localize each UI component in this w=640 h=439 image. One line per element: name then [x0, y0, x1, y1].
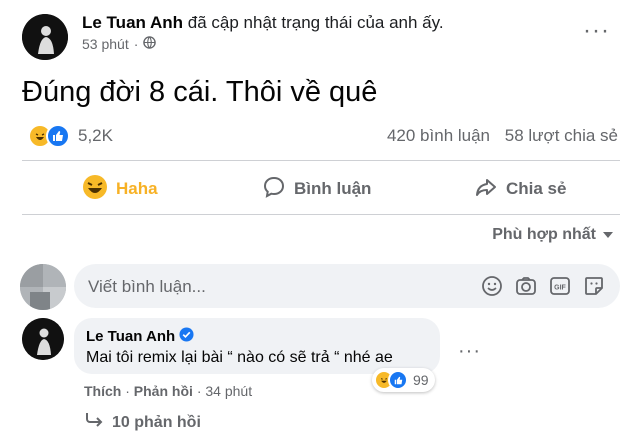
commenter-avatar[interactable] — [22, 318, 64, 360]
like-reaction-icon — [388, 370, 408, 390]
post-stats: 420 bình luận 58 lượt chia sẻ — [387, 126, 618, 146]
sticker-icon[interactable] — [582, 274, 606, 298]
comment-actions: Thích · Phản hồi · 34 phút — [84, 383, 252, 399]
comment-input[interactable] — [86, 264, 460, 310]
comment-reply-button[interactable]: Phản hồi — [134, 383, 193, 399]
like-reaction-icon — [46, 124, 70, 148]
caret-down-icon — [602, 226, 614, 244]
gif-icon[interactable]: GIF — [548, 274, 572, 298]
haha-button[interactable]: Haha — [82, 174, 158, 204]
dot-separator: · — [125, 383, 130, 399]
comment-button[interactable]: Bình luận — [262, 174, 371, 204]
share-label: Chia sẻ — [506, 179, 567, 198]
comment-author-name[interactable]: Le Tuan Anh — [86, 328, 175, 345]
post-reactions[interactable]: 5,2K — [28, 124, 113, 148]
comment-bubble: Le Tuan Anh Mai tôi remix lại bài “ nào … — [74, 318, 440, 374]
post-text: Đúng đời 8 cái. Thôi về quê — [22, 76, 378, 108]
comment-like-button[interactable]: Thích — [84, 383, 121, 399]
svg-text:GIF: GIF — [554, 285, 566, 292]
share-button[interactable]: Chia sẻ — [474, 174, 566, 204]
current-user-avatar[interactable] — [20, 264, 66, 310]
comment-text: Mai tôi remix lại bài “ nào có sẽ trả “ … — [86, 349, 393, 366]
replies-label: 10 phản hồi — [112, 413, 201, 431]
camera-icon[interactable] — [514, 274, 538, 298]
view-replies-link[interactable]: 10 phản hồi — [84, 412, 201, 433]
post-more-options-icon[interactable]: ··· — [583, 19, 610, 43]
haha-label: Haha — [116, 179, 158, 198]
share-icon — [474, 175, 498, 204]
emoji-icon[interactable] — [480, 274, 504, 298]
comment-reactions[interactable]: 99 — [372, 368, 435, 392]
haha-icon — [82, 174, 108, 205]
comment-more-options-icon[interactable]: ··· — [458, 341, 481, 361]
composer-toolbar: GIF — [480, 274, 606, 298]
comment-reaction-count: 99 — [413, 372, 429, 388]
comment-author-line: Le Tuan Anh — [86, 327, 194, 346]
comment-label: Bình luận — [294, 179, 372, 198]
meta-separator: · — [133, 36, 139, 52]
sort-label: Phù hợp nhất — [492, 226, 596, 243]
comment-count[interactable]: 420 bình luận — [387, 126, 490, 145]
post-action-text: đã cập nhật trạng thái của anh ấy. — [187, 13, 444, 32]
verified-badge-icon — [179, 327, 194, 346]
post-author-name[interactable]: Le Tuan Anh — [82, 13, 183, 32]
post-time[interactable]: 53 phút — [82, 36, 129, 52]
share-count[interactable]: 58 lượt chia sẻ — [505, 126, 618, 145]
post-header-line: Le Tuan Anh đã cập nhật trạng thái của a… — [82, 12, 444, 34]
divider — [22, 214, 620, 215]
dot-separator: · — [196, 383, 202, 399]
comment-icon — [262, 175, 286, 204]
comment-composer: GIF — [74, 264, 620, 310]
reply-arrow-icon — [84, 412, 104, 433]
post-meta: 53 phút · — [82, 36, 157, 52]
globe-icon — [143, 36, 157, 52]
post-author-avatar[interactable] — [22, 14, 68, 60]
post-reaction-count: 5,2K — [78, 126, 113, 145]
divider — [22, 160, 620, 161]
comment-time[interactable]: 34 phút — [205, 383, 252, 399]
comment-sort-dropdown[interactable]: Phù hợp nhất — [492, 226, 614, 244]
